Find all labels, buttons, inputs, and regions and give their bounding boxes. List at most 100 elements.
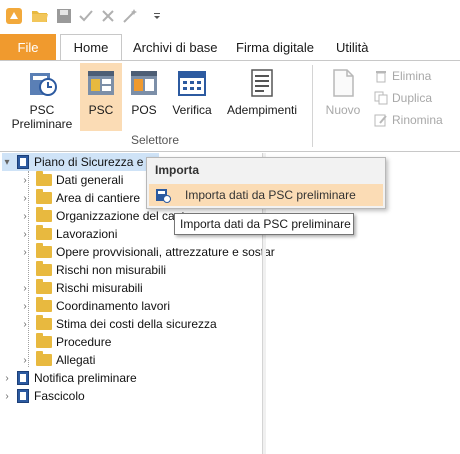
trash-icon xyxy=(376,71,386,83)
rinomina-label: Rinomina xyxy=(392,113,443,127)
tree-item-rischi-misurabili[interactable]: › Rischi misurabili xyxy=(20,279,143,297)
tree-item-label: Procedure xyxy=(56,335,112,349)
psc-button[interactable]: PSC xyxy=(80,63,122,131)
pos-label: POS xyxy=(131,103,157,117)
expand-icon[interactable]: › xyxy=(20,301,30,312)
book-icon xyxy=(17,155,29,169)
quick-access-toolbar xyxy=(0,0,460,32)
tree-item-stima-costi[interactable]: › Stima dei costi della sicurezza xyxy=(20,315,217,333)
duplica-button[interactable]: Duplica xyxy=(374,89,432,107)
verifica-button[interactable]: Verifica xyxy=(168,63,216,131)
expand-icon[interactable]: › xyxy=(20,211,30,222)
expand-icon[interactable]: › xyxy=(20,229,30,240)
tooltip: Importa dati da PSC preliminare xyxy=(174,213,354,235)
tab-firma-digitale[interactable]: Firma digitale xyxy=(236,34,314,60)
tree-item-dati-generali[interactable]: › Dati generali xyxy=(20,171,123,189)
tree-item-label: Rischi non misurabili xyxy=(56,263,167,277)
folder-icon xyxy=(36,171,52,186)
folder-icon xyxy=(36,261,52,276)
check-icon[interactable] xyxy=(76,6,96,26)
pos-button[interactable]: POS xyxy=(126,63,162,131)
tree-root-label: Piano di Sicurezza e C xyxy=(34,155,156,169)
wand-icon[interactable] xyxy=(120,6,140,26)
expand-icon[interactable]: › xyxy=(20,355,30,366)
folder-icon xyxy=(36,279,52,294)
ribbon-tabs: File Home Archivi di base Firma digitale… xyxy=(0,32,460,60)
tree-item-procedure[interactable]: › Procedure xyxy=(20,333,111,351)
pos-icon xyxy=(131,71,157,95)
book-icon xyxy=(17,389,29,403)
tree-item-label: Stima dei costi della sicurezza xyxy=(56,317,217,331)
folder-icon xyxy=(36,333,52,348)
duplica-label: Duplica xyxy=(392,91,433,105)
psc-preliminare-label-2: Preliminare xyxy=(11,117,73,131)
menu-item-importa-psc[interactable]: Importa dati da PSC preliminare xyxy=(149,184,383,206)
tree-item-label: Allegati xyxy=(56,353,96,367)
folder-icon xyxy=(36,225,52,240)
customize-dropdown-icon[interactable] xyxy=(150,6,164,26)
tab-archivi-di-base[interactable]: Archivi di base xyxy=(133,34,218,60)
context-menu: Importa Importa dati da PSC preliminare xyxy=(146,157,386,209)
new-document-icon xyxy=(333,69,354,97)
tree-item-organizzazione[interactable]: › Organizzazione del cant xyxy=(20,207,185,225)
tree-item-label: Organizzazione del cant xyxy=(56,209,185,223)
tree-item-label: Opere provvisionali, attrezzature e sost… xyxy=(56,245,275,259)
folder-icon xyxy=(36,189,52,204)
psc-preliminare-icon xyxy=(30,73,57,96)
adempimenti-label: Adempimenti xyxy=(226,103,298,117)
elimina-label: Elimina xyxy=(392,69,432,83)
expand-icon[interactable]: › xyxy=(2,373,12,384)
folder-icon xyxy=(36,243,52,258)
expand-icon[interactable]: › xyxy=(20,247,30,258)
expand-icon[interactable]: › xyxy=(20,283,30,294)
nuovo-label: Nuovo xyxy=(325,103,361,117)
tree-item-label: Dati generali xyxy=(56,173,124,187)
tree-item-lavorazioni[interactable]: › Lavorazioni xyxy=(20,225,117,243)
save-icon[interactable] xyxy=(54,6,74,26)
context-menu-title: Importa xyxy=(155,163,200,177)
tree-item-label: Notifica preliminare xyxy=(34,371,137,385)
nuovo-button[interactable]: Nuovo xyxy=(320,63,366,131)
open-folder-icon[interactable] xyxy=(30,6,50,26)
tab-file[interactable]: File xyxy=(0,34,56,60)
expand-icon[interactable]: › xyxy=(20,175,30,186)
psc-preliminare-label-1: PSC xyxy=(29,103,55,117)
tab-utilita[interactable]: Utilità xyxy=(336,34,369,60)
tree-item-rischi-non-misurabili[interactable]: › Rischi non misurabili xyxy=(20,261,166,279)
folder-icon xyxy=(36,297,52,312)
tree-item-coordinamento-lavori[interactable]: › Coordinamento lavori xyxy=(20,297,170,315)
close-icon[interactable] xyxy=(98,6,118,26)
collapse-icon[interactable]: ▾ xyxy=(2,157,12,168)
rinomina-button[interactable]: Rinomina xyxy=(374,111,443,129)
tree-item-opere-provvisionali[interactable]: › Opere provvisionali, attrezzature e so… xyxy=(20,243,275,261)
tree-root-psc[interactable]: ▾ Piano di Sicurezza e C xyxy=(2,153,160,171)
tree-item-label: Rischi misurabili xyxy=(56,281,143,295)
tab-home[interactable]: Home xyxy=(60,34,122,60)
tree-item-label: Area di cantiere xyxy=(56,191,141,205)
folder-icon xyxy=(36,315,52,330)
tree-item-area-di-cantiere[interactable]: › Area di cantiere xyxy=(20,189,140,207)
copy-icon xyxy=(374,91,388,105)
tree-item-allegati[interactable]: › Allegati xyxy=(20,351,95,369)
psc-preliminare-button[interactable]: PSC Preliminare xyxy=(8,63,76,131)
tree-root-notifica[interactable]: › Notifica preliminare xyxy=(2,369,137,387)
verifica-label: Verifica xyxy=(172,103,212,117)
folder-icon xyxy=(36,351,52,366)
expand-icon[interactable]: › xyxy=(20,193,30,204)
tree-root-fascicolo[interactable]: › Fascicolo xyxy=(2,387,85,405)
psc-label: PSC xyxy=(88,103,114,117)
expand-icon[interactable]: › xyxy=(20,319,30,330)
group-label-selettore: Selettore xyxy=(130,133,180,147)
tree-item-label: Fascicolo xyxy=(34,389,85,403)
app-logo-icon[interactable] xyxy=(4,6,24,26)
document-list-icon xyxy=(251,69,273,97)
import-icon xyxy=(156,189,171,203)
menu-item-label: Importa dati da PSC preliminare xyxy=(185,188,356,202)
adempimenti-button[interactable]: Adempimenti xyxy=(222,63,302,131)
rename-icon xyxy=(374,114,387,127)
elimina-button[interactable]: Elimina xyxy=(374,67,431,85)
ribbon-separator xyxy=(312,65,313,147)
ribbon-home: PSC Preliminare PSC POS Verifica Adempim… xyxy=(0,60,460,152)
tree-item-label: Coordinamento lavori xyxy=(56,299,171,313)
expand-icon[interactable]: › xyxy=(2,391,12,402)
